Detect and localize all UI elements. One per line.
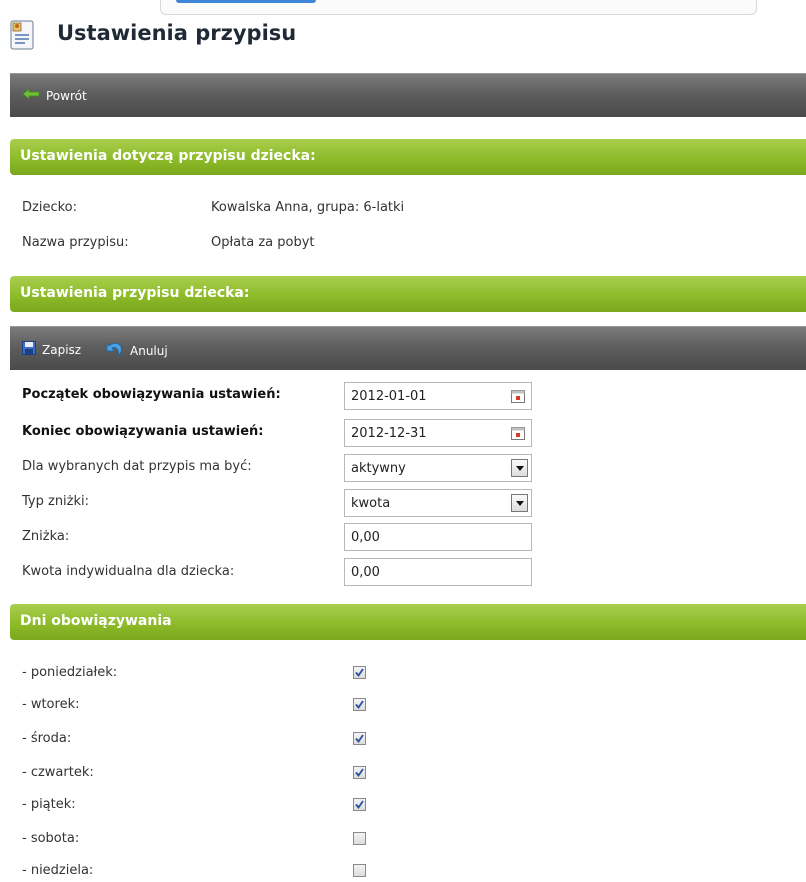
discount-type-label: Typ zniżki: <box>22 494 90 509</box>
day-checkbox-friday[interactable] <box>353 798 366 811</box>
individual-amount-label: Kwota indywidualna dla dziecka: <box>22 564 235 579</box>
day-checkbox-saturday[interactable] <box>353 832 366 845</box>
back-button-label: Powrót <box>46 88 87 103</box>
day-label-saturday: - sobota: <box>22 831 80 846</box>
discount-value: 0,00 <box>351 530 380 545</box>
page-header: Ustawienia przypisu <box>0 18 806 54</box>
discount-type-select[interactable]: kwota <box>344 489 532 517</box>
day-checkbox-tuesday[interactable] <box>353 698 366 711</box>
day-checkbox-thursday[interactable] <box>353 766 366 779</box>
active-tab-indicator <box>176 0 316 3</box>
cancel-button[interactable]: Anuluj <box>106 341 168 360</box>
back-button[interactable]: Powrót <box>22 88 87 103</box>
chevron-down-icon[interactable] <box>511 494 528 512</box>
save-button[interactable]: Zapisz <box>22 341 81 358</box>
start-date-label: Początek obowiązywania ustawień: <box>22 387 281 402</box>
start-date-value: 2012-01-01 <box>351 389 427 404</box>
day-checkbox-sunday[interactable] <box>353 864 366 877</box>
charge-name-label: Nazwa przypisu: <box>22 235 129 250</box>
day-label-sunday: - niedziela: <box>22 863 94 878</box>
day-label-tuesday: - wtorek: <box>22 697 80 712</box>
child-label: Dziecko: <box>22 200 77 215</box>
save-button-label: Zapisz <box>42 342 82 357</box>
page-title: Ustawienia przypisu <box>57 21 297 45</box>
calendar-icon[interactable] <box>511 426 525 440</box>
state-select[interactable]: aktywny <box>344 454 532 482</box>
cancel-button-label: Anuluj <box>130 343 168 358</box>
end-date-value: 2012-12-31 <box>351 426 427 441</box>
end-date-label: Koniec obowiązywania ustawień: <box>22 424 264 439</box>
day-label-thursday: - czwartek: <box>22 765 94 780</box>
state-select-value: aktywny <box>351 461 406 476</box>
save-icon <box>22 341 36 358</box>
arrow-left-icon <box>22 88 40 103</box>
discount-input[interactable]: 0,00 <box>344 523 532 551</box>
undo-icon <box>106 341 124 360</box>
section-days-header: Dni obowiązywania <box>10 604 806 640</box>
day-label-friday: - piątek: <box>22 797 76 812</box>
day-label-wednesday: - środa: <box>22 731 72 746</box>
chevron-down-icon[interactable] <box>511 459 528 477</box>
child-value: Kowalska Anna, grupa: 6-latki <box>211 200 405 215</box>
back-toolbar: Powrót <box>10 73 806 117</box>
section-child-header: Ustawienia dotyczą przypisu dziecka: <box>10 139 806 175</box>
state-label: Dla wybranych dat przypis ma być: <box>22 459 252 474</box>
charge-name-value: Opłata za pobyt <box>211 235 315 250</box>
day-checkbox-wednesday[interactable] <box>353 732 366 745</box>
edit-toolbar: Zapisz Anuluj <box>10 326 806 370</box>
discount-label: Zniżka: <box>22 529 70 544</box>
individual-amount-input[interactable]: 0,00 <box>344 558 532 586</box>
top-tab-strip <box>160 0 757 15</box>
section-settings-header: Ustawienia przypisu dziecka: <box>10 276 806 312</box>
day-label-monday: - poniedziałek: <box>22 665 118 680</box>
discount-type-value: kwota <box>351 496 391 511</box>
calendar-icon[interactable] <box>511 389 525 403</box>
day-checkbox-monday[interactable] <box>353 666 366 679</box>
start-date-input[interactable]: 2012-01-01 <box>344 382 532 410</box>
end-date-input[interactable]: 2012-12-31 <box>344 419 532 447</box>
individual-amount-value: 0,00 <box>351 565 380 580</box>
document-user-icon <box>10 20 34 50</box>
